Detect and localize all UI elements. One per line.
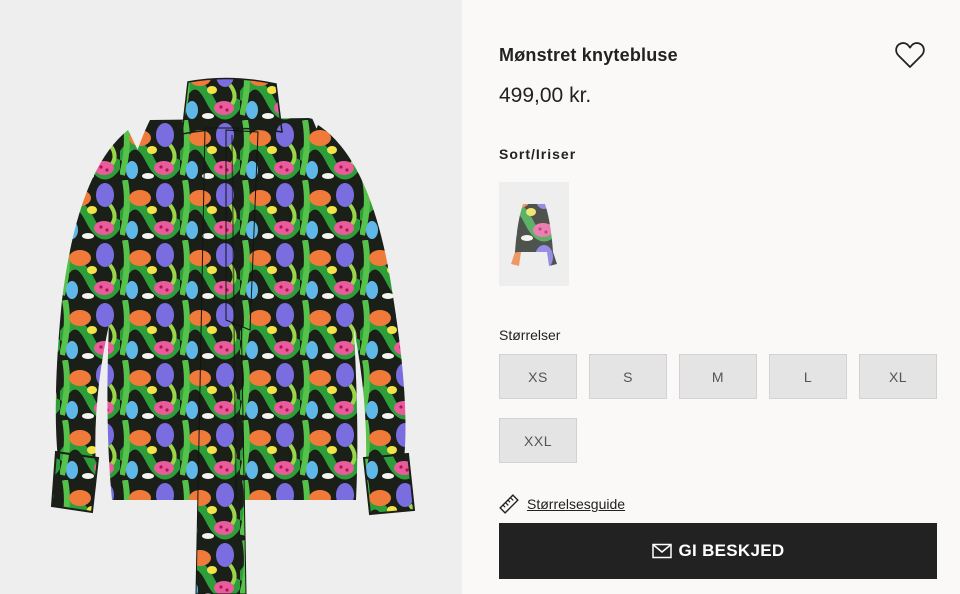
sizes-label: Størrelser	[499, 327, 561, 343]
size-option-xl[interactable]: XL	[859, 354, 937, 399]
color-swatch-sort-iriser[interactable]	[499, 182, 569, 286]
product-info-panel: Mønstret knytebluse 499,00 kr. Sort/Iris…	[499, 0, 939, 594]
size-option-xxl[interactable]: XXL	[499, 418, 577, 463]
heart-outline-icon	[895, 42, 925, 68]
size-option-m[interactable]: M	[679, 354, 757, 399]
envelope-icon	[651, 543, 672, 559]
color-name: Sort/Iriser	[499, 146, 577, 162]
size-guide-link[interactable]: Størrelsesguide	[499, 492, 625, 516]
size-option-xs[interactable]: XS	[499, 354, 577, 399]
size-option-s[interactable]: S	[589, 354, 667, 399]
product-image[interactable]	[0, 0, 462, 594]
size-guide-label: Størrelsesguide	[527, 496, 626, 512]
ruler-icon	[499, 494, 519, 514]
blouse-illustration	[0, 0, 462, 594]
notify-button-label: GI BESKJED	[678, 541, 785, 560]
favorite-button[interactable]	[893, 38, 927, 72]
product-price: 499,00 kr.	[499, 84, 592, 107]
swatch-thumbnail	[499, 182, 569, 286]
notify-me-button[interactable]: GI BESKJED	[499, 523, 937, 579]
size-option-l[interactable]: L	[769, 354, 847, 399]
product-title: Mønstret knytebluse	[499, 45, 678, 65]
